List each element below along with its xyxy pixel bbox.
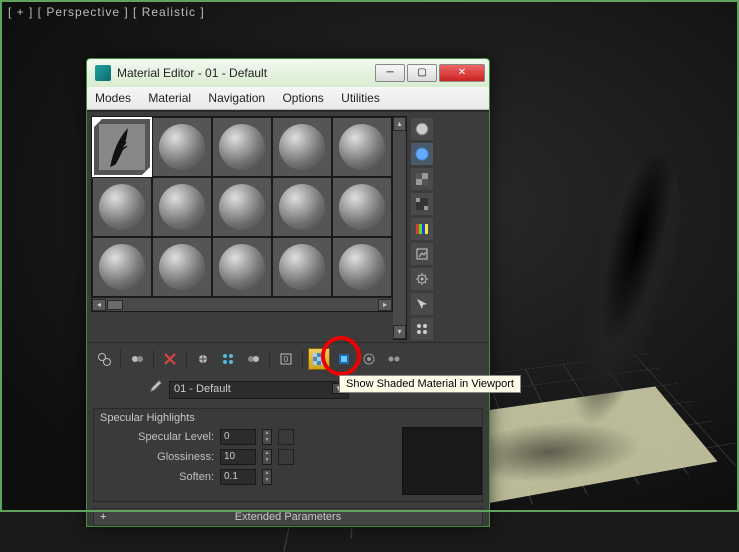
maximize-button[interactable]: ▢ <box>407 64 437 82</box>
sample-slot-1[interactable] <box>152 117 212 177</box>
close-button[interactable]: ✕ <box>439 64 485 82</box>
backlight-button[interactable] <box>411 143 433 165</box>
scroll-thumb[interactable] <box>107 300 123 310</box>
sample-vscrollbar[interactable]: ▴ ▾ <box>393 116 407 340</box>
specular-level-label: Specular Level: <box>104 431 214 443</box>
rollout-title-extended: Extended Parameters <box>235 511 341 523</box>
sample-slot-2[interactable] <box>212 117 272 177</box>
background-button[interactable] <box>411 168 433 190</box>
window-titlebar[interactable]: Material Editor - 01 - Default ─ ▢ ✕ <box>87 59 489 87</box>
select-by-material-button[interactable] <box>411 293 433 315</box>
sample-type-button[interactable] <box>411 118 433 140</box>
side-toolbar <box>409 116 435 340</box>
specular-highlights-rollout: Specular Highlights Specular Level: 0 ▲▼… <box>93 408 483 502</box>
sample-slot-grid <box>91 116 393 298</box>
sample-slot-4[interactable] <box>332 117 392 177</box>
reset-map-button[interactable] <box>159 348 181 370</box>
sample-slot-12[interactable] <box>212 237 272 297</box>
feather-material-thumb <box>99 124 145 170</box>
scroll-up-icon[interactable]: ▴ <box>393 117 406 131</box>
menu-material[interactable]: Material <box>148 91 191 105</box>
sample-slot-0[interactable] <box>92 117 152 177</box>
make-preview-button[interactable] <box>411 243 433 265</box>
sample-slot-13[interactable] <box>272 237 332 297</box>
sample-slot-5[interactable] <box>92 177 152 237</box>
sample-slot-8[interactable] <box>272 177 332 237</box>
options-button[interactable] <box>411 268 433 290</box>
show-shaded-material-button[interactable] <box>308 348 330 370</box>
sample-slot-11[interactable] <box>152 237 212 297</box>
extended-parameters-rollout-header[interactable]: + Extended Parameters <box>93 508 483 526</box>
app-icon <box>95 65 111 81</box>
put-to-scene-button[interactable] <box>126 348 148 370</box>
go-to-parent-button[interactable] <box>358 348 380 370</box>
sample-slot-14[interactable] <box>332 237 392 297</box>
glossiness-input[interactable]: 10 <box>220 449 256 465</box>
scroll-left-icon[interactable]: ◂ <box>92 299 106 311</box>
show-end-result-button[interactable] <box>333 348 355 370</box>
scroll-right-icon[interactable]: ▸ <box>378 299 392 311</box>
sample-slot-3[interactable] <box>272 117 332 177</box>
material-editor-window: Material Editor - 01 - Default ─ ▢ ✕ Mod… <box>86 58 490 527</box>
soften-spinner[interactable]: ▲▼ <box>262 469 272 485</box>
expand-icon: + <box>100 511 106 523</box>
rollout-title-specular: Specular Highlights <box>94 409 482 427</box>
soften-input[interactable]: 0.1 <box>220 469 256 485</box>
minimize-button[interactable]: ─ <box>375 64 405 82</box>
viewport-label[interactable]: [ + ] [ Perspective ] [ Realistic ] <box>8 5 205 19</box>
put-to-library-button[interactable] <box>242 348 264 370</box>
svg-text:0: 0 <box>284 355 289 364</box>
material-name-dropdown[interactable]: 01 - Default <box>169 381 349 399</box>
specular-level-spinner[interactable]: ▲▼ <box>262 429 272 445</box>
material-id-button[interactable]: 0 <box>275 348 297 370</box>
specular-level-map-slot[interactable] <box>278 429 294 445</box>
sample-slot-6[interactable] <box>152 177 212 237</box>
menu-navigation[interactable]: Navigation <box>208 91 265 105</box>
tooltip: Show Shaded Material in Viewport <box>339 375 521 393</box>
specular-curve-preview <box>402 427 482 495</box>
sample-slot-10[interactable] <box>92 237 152 297</box>
go-forward-sibling-button[interactable] <box>383 348 405 370</box>
glossiness-spinner[interactable]: ▲▼ <box>262 449 272 465</box>
menu-bar: Modes Material Navigation Options Utilit… <box>87 87 489 110</box>
get-material-button[interactable] <box>93 348 115 370</box>
window-title: Material Editor - 01 - Default <box>117 66 373 80</box>
menu-options[interactable]: Options <box>282 91 323 105</box>
horizontal-toolbar: 0 <box>87 342 489 375</box>
material-map-navigator-button[interactable] <box>411 318 433 340</box>
glossiness-label: Glossiness: <box>104 451 214 463</box>
pick-material-button[interactable] <box>97 379 163 400</box>
specular-level-input[interactable]: 0 <box>220 429 256 445</box>
make-copy-button[interactable] <box>192 348 214 370</box>
make-unique-button[interactable] <box>217 348 239 370</box>
sample-slot-9[interactable] <box>332 177 392 237</box>
sample-slot-7[interactable] <box>212 177 272 237</box>
menu-modes[interactable]: Modes <box>95 91 131 105</box>
sample-uv-button[interactable] <box>411 193 433 215</box>
menu-utilities[interactable]: Utilities <box>341 91 380 105</box>
sample-hscrollbar[interactable]: ◂ ▸ <box>91 298 393 312</box>
video-color-check-button[interactable] <box>411 218 433 240</box>
glossiness-map-slot[interactable] <box>278 449 294 465</box>
soften-label: Soften: <box>104 471 214 483</box>
scroll-down-icon[interactable]: ▾ <box>393 325 406 339</box>
